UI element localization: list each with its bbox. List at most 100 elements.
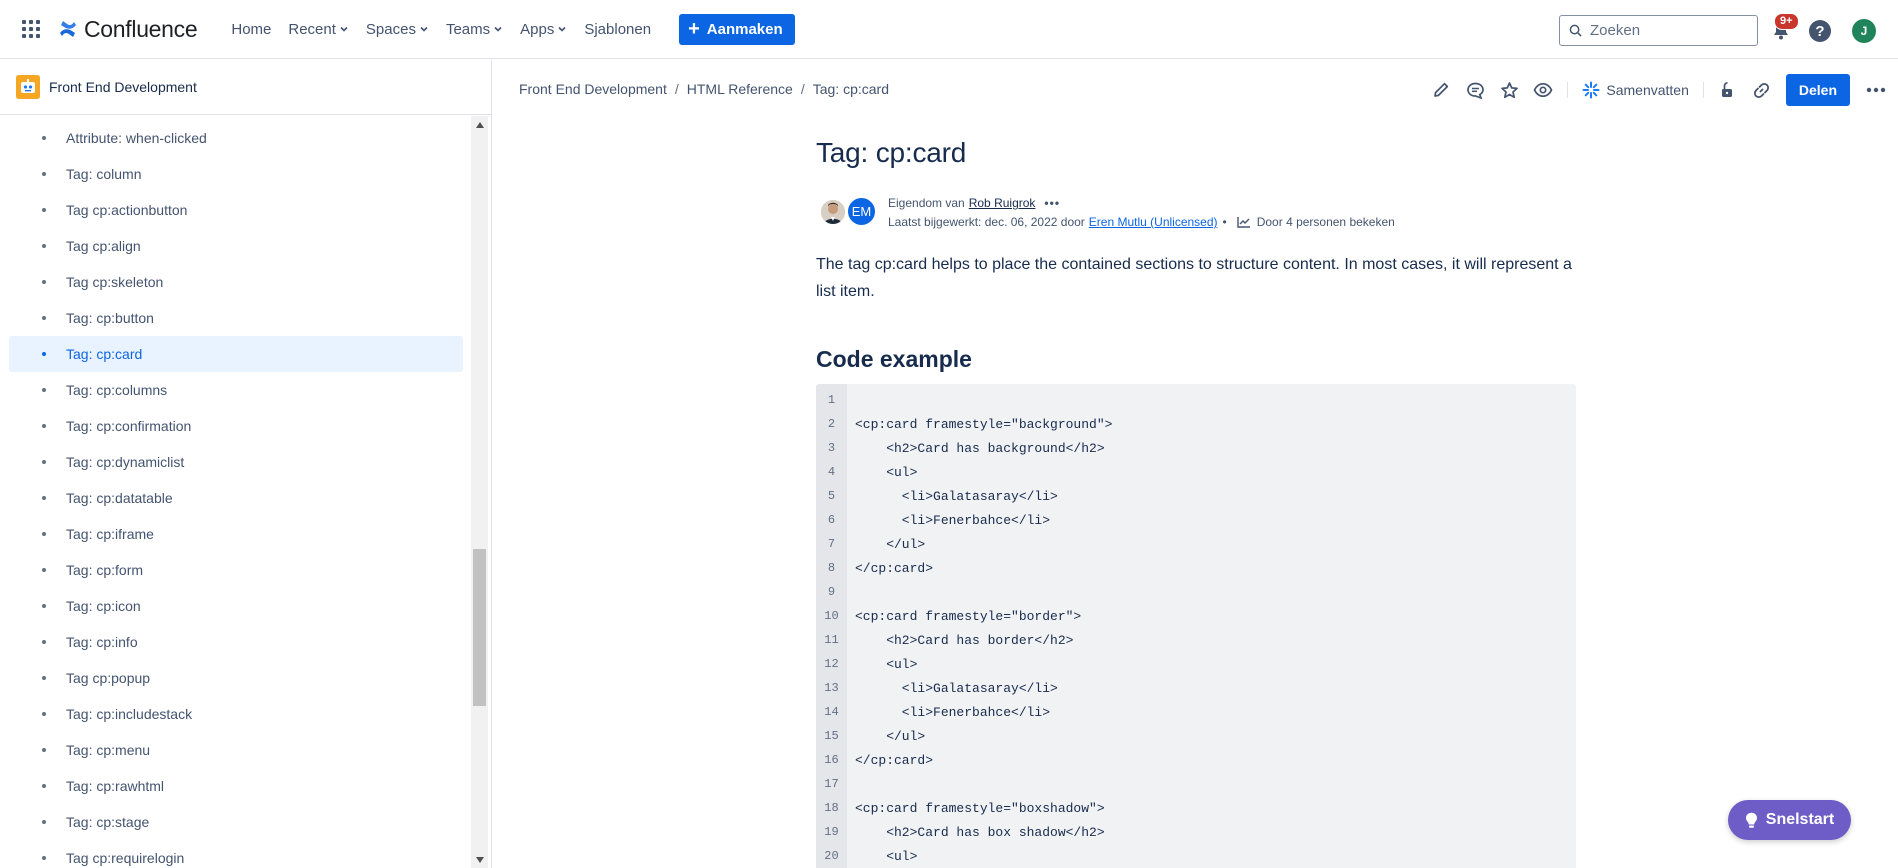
nav-item-spaces[interactable]: Spaces [358, 13, 437, 46]
code-text: <h2>Card has border</h2> [855, 632, 1074, 648]
sidebar-tree-item-label: Tag: cp:info [66, 634, 138, 650]
breadcrumb-item[interactable]: Front End Development [519, 81, 667, 97]
search-input[interactable]: Zoeken [1559, 15, 1758, 46]
sidebar-tree-item-label: Tag cp:popup [66, 670, 151, 686]
code-line: 5 <li>Galatasaray</li> [816, 484, 1576, 508]
intro-paragraph: The tag cp:card helps to place the conta… [816, 256, 1572, 300]
comment-icon[interactable] [1465, 80, 1485, 100]
sidebar-tree-item[interactable]: Tag: cp:iframe [9, 516, 463, 552]
sidebar-tree-item[interactable]: Tag cp:actionbutton [9, 192, 463, 228]
breadcrumb-item[interactable]: HTML Reference [687, 81, 793, 97]
create-button-label: Aanmaken [706, 20, 783, 38]
create-button[interactable]: + Aanmaken [679, 13, 795, 45]
updated-by-link[interactable]: Eren Mutlu (Unlicensed) [1089, 215, 1218, 229]
nav-item-sjablonen[interactable]: Sjablonen [576, 13, 659, 46]
grid-icon[interactable] [21, 19, 41, 39]
sidebar-tree-item[interactable]: Tag cp:popup [9, 660, 463, 696]
bullet-icon [42, 820, 46, 824]
star-icon[interactable] [1499, 80, 1519, 100]
nav-item-apps[interactable]: Apps [512, 13, 575, 46]
sidebar-tree-item[interactable]: Tag: cp:menu [9, 732, 463, 768]
byline-more-button[interactable]: ••• [1044, 196, 1060, 210]
bullet-icon [42, 316, 46, 320]
unlock-icon[interactable] [1718, 80, 1738, 100]
sidebar-tree-item[interactable]: Tag: cp:dynamiclist [9, 444, 463, 480]
nav-item-home[interactable]: Home [223, 13, 279, 46]
owner-avatar[interactable] [819, 198, 847, 226]
sidebar-tree-item[interactable]: Tag: cp:columns [9, 372, 463, 408]
updated-line: Laatst bijgewerkt: dec. 06, 2022 door Er… [888, 215, 1395, 229]
sidebar-tree-item-label: Tag: column [66, 166, 142, 182]
bullet-icon [42, 280, 46, 284]
help-icon[interactable]: ? [1809, 20, 1831, 42]
pencil-icon[interactable] [1431, 80, 1451, 100]
sidebar-tree-item[interactable]: Tag: column [9, 156, 463, 192]
breadcrumb-item[interactable]: Tag: cp:card [813, 81, 889, 97]
code-line: 18 <cp:card framestyle="boxshadow"> [816, 796, 1576, 820]
line-number: 20 [824, 849, 839, 863]
sidebar-tree-item[interactable]: Tag: cp:confirmation [9, 408, 463, 444]
sidebar-tree-item[interactable]: Tag: cp:icon [9, 588, 463, 624]
line-number: 1 [827, 393, 836, 407]
lightbulb-icon [1745, 812, 1757, 828]
notification-badge: 9+ [1774, 13, 1799, 30]
sidebar-tree-item[interactable]: Tag: cp:info [9, 624, 463, 660]
share-button[interactable]: Delen [1785, 74, 1850, 106]
owner-line: Eigendom van Rob Ruigrok ••• [888, 196, 1060, 210]
nav-item-teams[interactable]: Teams [438, 13, 511, 46]
sidebar-tree-item[interactable]: Tag cp:requirelogin [9, 840, 463, 868]
sidebar-tree-item[interactable]: Tag: cp:form [9, 552, 463, 588]
plus-icon: + [688, 18, 700, 40]
sidebar-tree-item[interactable]: Tag: cp:button [9, 300, 463, 336]
snelstart-label: Snelstart [1765, 811, 1835, 828]
owner-link[interactable]: Rob Ruigrok [969, 196, 1036, 210]
nav-item-label: Apps [520, 20, 555, 38]
confluence-logo[interactable]: Confluence [58, 16, 198, 43]
line-number: 5 [827, 489, 836, 503]
editor-initials: EM [851, 204, 872, 219]
sidebar-tree-item[interactable]: Tag: cp:stage [9, 804, 463, 840]
code-text: </ul> [855, 728, 926, 744]
editor-avatar[interactable]: EM [846, 196, 877, 227]
code-line: 11 <h2>Card has border</h2> [816, 628, 1576, 652]
line-number: 12 [824, 657, 839, 671]
user-avatar[interactable]: J [1852, 19, 1876, 43]
code-text: </cp:card> [855, 752, 934, 768]
breadcrumb: Front End Development / HTML Reference / Tag… [519, 81, 889, 97]
code-line: 6 <li>Fenerbahce</li> [816, 508, 1576, 532]
sidebar-scrollbar[interactable] [471, 116, 488, 868]
sidebar-tree-item[interactable]: Tag cp:skeleton [9, 264, 463, 300]
sidebar-tree-item-label: Tag: cp:stage [66, 814, 150, 830]
more-horizontal-icon[interactable] [1862, 76, 1890, 104]
scrollbar-thumb[interactable] [473, 549, 486, 706]
code-text: <ul> [855, 656, 918, 672]
sidebar-tree-item-label: Tag: cp:card [66, 346, 143, 362]
page-views[interactable]: Door 4 personen bekeken [1231, 215, 1395, 229]
eye-icon[interactable] [1533, 80, 1553, 100]
bullet-icon [42, 352, 46, 356]
code-line: 12 <ul> [816, 652, 1576, 676]
sidebar-tree-item[interactable]: Tag: cp:includestack [9, 696, 463, 732]
code-text: <li>Fenerbahce</li> [855, 704, 1051, 720]
code-line: 13 <li>Galatasaray</li> [816, 676, 1576, 700]
sidebar-tree-item[interactable]: Attribute: when-clicked [9, 120, 463, 156]
summarize-button[interactable]: Samenvatten [1582, 81, 1689, 99]
sidebar-tree-item[interactable]: Tag cp:align [9, 228, 463, 264]
space-header[interactable]: Front End Development [0, 60, 491, 115]
snelstart-button[interactable]: Snelstart [1728, 800, 1851, 840]
line-number: 7 [827, 537, 836, 551]
code-block[interactable]: 1 2 <cp:card framestyle="background"> 3 <h2… [816, 384, 1576, 868]
breadcrumb-separator: / [674, 81, 679, 97]
nav-item-recent[interactable]: Recent [280, 13, 357, 46]
scroll-down-arrow-icon[interactable] [471, 851, 488, 868]
bullet-icon [42, 784, 46, 788]
code-text: <li>Galatasaray</li> [855, 680, 1058, 696]
line-number: 6 [827, 513, 836, 527]
bullet-icon [42, 712, 46, 716]
scroll-up-arrow-icon[interactable] [471, 116, 488, 133]
line-number: 2 [827, 417, 836, 431]
sidebar-tree-item[interactable]: Tag: cp:rawhtml [9, 768, 463, 804]
link-icon[interactable] [1752, 80, 1772, 100]
sidebar-tree-item[interactable]: Tag: cp:datatable [9, 480, 463, 516]
sidebar-tree-item[interactable]: Tag: cp:card [9, 336, 463, 372]
